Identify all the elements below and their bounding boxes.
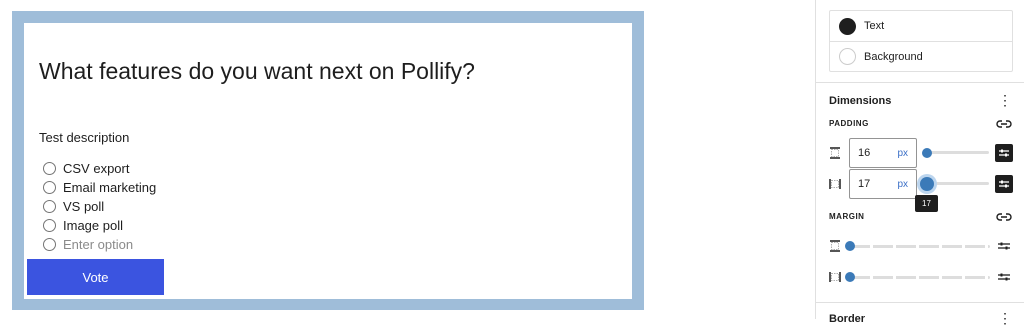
poll-card: What features do you want next on Pollif… [24, 23, 632, 299]
new-option-input[interactable]: Enter option [43, 235, 156, 254]
link-sides-icon[interactable] [996, 119, 1012, 129]
sliders-icon [999, 149, 1009, 157]
radio-button[interactable] [43, 200, 56, 213]
option-label: Email marketing [63, 180, 157, 195]
margin-vertical-slider-track[interactable] [850, 245, 990, 248]
padding-horizontal-unit[interactable]: px [897, 179, 908, 190]
editor-canvas: What features do you want next on Pollif… [0, 0, 815, 319]
panel-divider [816, 82, 1024, 83]
padding-vertical-custom-toggle[interactable] [995, 144, 1013, 162]
poll-option[interactable]: Image poll [43, 216, 156, 235]
poll-option[interactable]: CSV export [43, 159, 156, 178]
padding-vertical-value: 16 [858, 147, 871, 159]
margin-horizontal-slider-thumb[interactable] [845, 272, 855, 282]
option-label: CSV export [63, 161, 130, 176]
poll-options-list: CSV export Email marketing VS poll Image… [43, 159, 156, 254]
background-color-label: Background [864, 50, 923, 63]
color-settings-panel: Text Background [829, 10, 1013, 72]
text-color-swatch [839, 17, 856, 35]
vertical-sides-icon [830, 147, 840, 159]
poll-title[interactable]: What features do you want next on Pollif… [39, 58, 475, 85]
poll-block[interactable]: What features do you want next on Pollif… [12, 11, 644, 310]
text-color-label: Text [864, 20, 885, 32]
padding-label: PADDING [829, 119, 869, 128]
link-sides-icon[interactable] [996, 212, 1012, 222]
padding-vertical-slider-track[interactable] [927, 151, 989, 154]
radio-button[interactable] [43, 162, 56, 175]
padding-vertical-slider-thumb[interactable] [922, 148, 932, 158]
dimensions-options-icon[interactable]: ⋮ [998, 93, 1012, 107]
border-panel-title[interactable]: Border [829, 313, 865, 325]
margin-vertical-custom-toggle-icon[interactable] [996, 240, 1012, 252]
padding-horizontal-input[interactable]: 17 px [849, 169, 917, 199]
padding-horizontal-slider-thumb[interactable] [920, 177, 934, 191]
vote-button[interactable]: Vote [27, 259, 164, 295]
background-color-option[interactable]: Background [830, 41, 1012, 71]
radio-button[interactable] [43, 219, 56, 232]
option-label: VS poll [63, 199, 105, 214]
radio-button[interactable] [43, 181, 56, 194]
text-color-option[interactable]: Text [830, 11, 1012, 41]
poll-option[interactable]: VS poll [43, 197, 156, 216]
padding-vertical-input[interactable]: 16 px [849, 138, 917, 168]
margin-label: MARGIN [829, 212, 865, 221]
border-options-icon[interactable]: ⋮ [998, 311, 1012, 325]
horizontal-sides-icon [829, 272, 841, 282]
margin-horizontal-slider-track[interactable] [850, 276, 990, 279]
new-option-placeholder[interactable]: Enter option [63, 237, 133, 252]
slider-value-tooltip: 17 [915, 195, 938, 212]
vertical-sides-icon [830, 240, 840, 252]
padding-horizontal-value: 17 [858, 178, 871, 190]
poll-option[interactable]: Email marketing [43, 178, 156, 197]
margin-horizontal-custom-toggle-icon[interactable] [996, 271, 1012, 283]
poll-description[interactable]: Test description [39, 130, 129, 145]
padding-horizontal-slider-track[interactable] [927, 182, 989, 185]
dimensions-panel-title: Dimensions [829, 95, 892, 107]
radio-button [43, 238, 56, 251]
background-color-swatch [839, 48, 856, 65]
padding-horizontal-custom-toggle[interactable] [995, 175, 1013, 193]
option-label: Image poll [63, 218, 123, 233]
sliders-icon [999, 180, 1009, 188]
panel-divider [816, 302, 1024, 303]
horizontal-sides-icon [829, 179, 841, 189]
margin-vertical-slider-thumb[interactable] [845, 241, 855, 251]
settings-sidebar: Text Background Dimensions ⋮ PADDING 16 … [815, 0, 1024, 325]
padding-vertical-unit[interactable]: px [897, 148, 908, 159]
